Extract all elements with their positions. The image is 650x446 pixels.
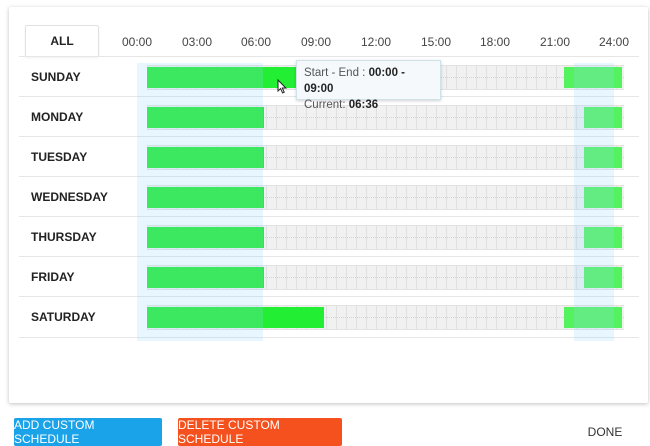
timeline-track[interactable]: [147, 225, 624, 250]
day-row-tuesday: TUESDAY: [19, 136, 639, 177]
schedule-segment[interactable]: [147, 267, 265, 288]
add-custom-schedule-button[interactable]: ADD CUSTOM SCHEDULE: [14, 418, 162, 446]
schedule-segment[interactable]: [564, 67, 622, 88]
hour-label: 09:00: [300, 35, 332, 49]
hour-label: 12:00: [360, 35, 392, 49]
schedule-segment[interactable]: [584, 267, 622, 288]
tooltip-current-label: Current:: [304, 99, 346, 111]
day-row-wednesday: WEDNESDAY: [19, 176, 639, 217]
day-label: MONDAY: [31, 110, 84, 124]
hour-label: 21:00: [539, 35, 571, 49]
day-row-friday: FRIDAY: [19, 256, 639, 297]
schedule-segment[interactable]: [564, 307, 622, 328]
day-row-saturday: SATURDAY: [19, 296, 639, 338]
schedule-segment[interactable]: [147, 227, 265, 248]
tooltip-range-label: Start - End :: [304, 67, 366, 79]
schedule-segment[interactable]: [584, 147, 622, 168]
day-label: FRIDAY: [31, 270, 75, 284]
done-button[interactable]: DONE: [580, 425, 630, 439]
schedule-segment[interactable]: [584, 227, 622, 248]
hour-label: 03:00: [181, 35, 213, 49]
schedule-segment[interactable]: [584, 187, 622, 208]
schedule-segment[interactable]: [147, 307, 324, 328]
delete-custom-schedule-button[interactable]: DELETE CUSTOM SCHEDULE: [178, 418, 342, 446]
range-tooltip: Start - End : 00:00 - 09:00 Current: 06:…: [296, 60, 441, 111]
hour-label: 00:00: [121, 35, 153, 49]
timeline-track[interactable]: [147, 305, 624, 330]
hour-label: 24:00: [598, 35, 630, 49]
schedule-segment[interactable]: [147, 147, 265, 168]
day-label: SUNDAY: [31, 70, 81, 84]
day-label: THURSDAY: [31, 230, 97, 244]
timeline-track[interactable]: [147, 185, 624, 210]
day-label: TUESDAY: [31, 150, 88, 164]
day-label: WEDNESDAY: [31, 190, 108, 204]
schedule-segment[interactable]: [584, 107, 622, 128]
schedule-card: ALL 00:00 03:00 06:00 09:00 12:00 15:00 …: [9, 7, 648, 403]
hour-label: 18:00: [479, 35, 511, 49]
timeline-track[interactable]: [147, 145, 624, 170]
tooltip-current-value: 06:36: [348, 99, 379, 111]
day-label: SATURDAY: [31, 310, 96, 324]
hour-label: 06:00: [240, 35, 272, 49]
all-days-button[interactable]: ALL: [25, 25, 99, 57]
hour-label: 15:00: [420, 35, 452, 49]
day-row-thursday: THURSDAY: [19, 216, 639, 257]
schedule-segment[interactable]: [147, 107, 265, 128]
mouse-pointer-icon: [277, 79, 287, 94]
schedule-segment[interactable]: [147, 187, 265, 208]
timeline-track[interactable]: [147, 265, 624, 290]
